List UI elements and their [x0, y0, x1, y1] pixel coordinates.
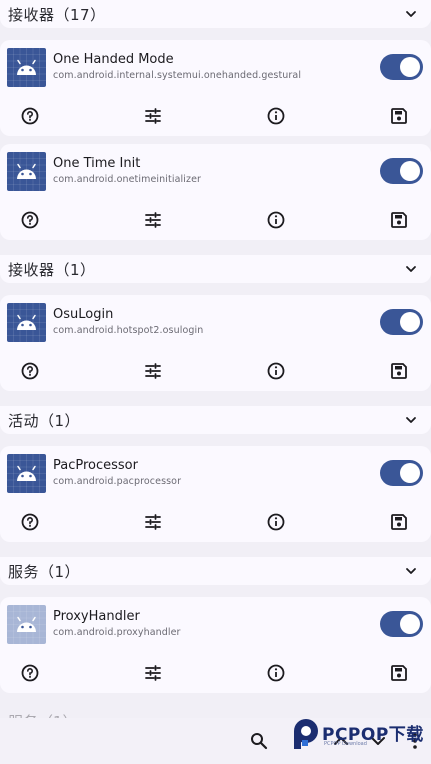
save-icon[interactable] — [389, 512, 409, 532]
pcpop-watermark: PCPOP下载 PCPOP Download — [292, 716, 424, 754]
app-card: OsuLogin com.android.hotspot2.osulogin — [0, 295, 431, 391]
app-package: com.android.pacprocessor — [53, 476, 182, 487]
app-name: One Handed Mode — [53, 52, 174, 67]
chevron-down-icon[interactable] — [403, 6, 419, 22]
help-icon[interactable] — [20, 512, 40, 532]
save-icon[interactable] — [389, 663, 409, 683]
tune-icon[interactable] — [143, 512, 163, 532]
tune-icon[interactable] — [143, 106, 163, 126]
help-icon[interactable] — [20, 663, 40, 683]
card-actions — [0, 210, 431, 234]
app-name: One Time Init — [53, 156, 141, 171]
info-icon[interactable] — [266, 210, 286, 230]
app-card: One Handed Mode com.android.internal.sys… — [0, 40, 431, 136]
section-title: 活动（1） — [8, 411, 81, 430]
android-app-icon — [7, 454, 46, 493]
chevron-down-icon[interactable] — [403, 261, 419, 277]
help-icon[interactable] — [20, 106, 40, 126]
section-title: 接收器（1） — [8, 260, 96, 279]
info-icon[interactable] — [266, 512, 286, 532]
android-app-icon — [7, 152, 46, 191]
chevron-down-icon[interactable] — [403, 412, 419, 428]
enable-toggle[interactable] — [380, 611, 423, 637]
toggle-knob — [400, 463, 420, 483]
tune-icon[interactable] — [143, 361, 163, 381]
app-package: com.android.hotspot2.osulogin — [53, 325, 204, 336]
save-icon[interactable] — [389, 210, 409, 230]
section-header-services[interactable]: 服务（1） — [0, 557, 431, 585]
toggle-knob — [400, 614, 420, 634]
info-icon[interactable] — [266, 361, 286, 381]
android-app-icon — [7, 303, 46, 342]
info-icon[interactable] — [266, 663, 286, 683]
card-actions — [0, 663, 431, 687]
enable-toggle[interactable] — [380, 54, 423, 80]
toggle-knob — [400, 161, 420, 181]
enable-toggle[interactable] — [380, 158, 423, 184]
app-package: com.android.internal.systemui.onehanded.… — [53, 70, 302, 81]
app-card: PacProcessor com.android.pacprocessor — [0, 446, 431, 542]
enable-toggle[interactable] — [380, 460, 423, 486]
chevron-down-icon[interactable] — [403, 563, 419, 579]
app-name: OsuLogin — [53, 307, 114, 322]
card-actions — [0, 512, 431, 536]
tune-icon[interactable] — [143, 210, 163, 230]
app-card: One Time Init com.android.onetimeinitial… — [0, 144, 431, 240]
enable-toggle[interactable] — [380, 309, 423, 335]
app-package: com.android.onetimeinitializer — [53, 174, 202, 185]
app-name: ProxyHandler — [53, 609, 140, 624]
info-icon[interactable] — [266, 106, 286, 126]
card-actions — [0, 361, 431, 385]
section-title: 服务（1） — [8, 562, 81, 581]
toggle-knob — [400, 312, 420, 332]
help-icon[interactable] — [20, 361, 40, 381]
toggle-knob — [400, 57, 420, 77]
section-title: 接收器（17） — [8, 5, 106, 24]
pcpop-logo-icon — [294, 719, 318, 749]
android-app-icon — [7, 605, 46, 644]
tune-icon[interactable] — [143, 663, 163, 683]
app-card: ProxyHandler com.android.proxyhandler — [0, 597, 431, 693]
save-icon[interactable] — [389, 361, 409, 381]
app-name: PacProcessor — [53, 458, 138, 473]
help-icon[interactable] — [20, 210, 40, 230]
save-icon[interactable] — [389, 106, 409, 126]
section-header-receivers[interactable]: 接收器（17） — [0, 0, 431, 28]
search-icon[interactable] — [249, 731, 269, 751]
app-package: com.android.proxyhandler — [53, 627, 181, 638]
android-app-icon — [7, 48, 46, 87]
watermark-subtext: PCPOP Download — [324, 741, 367, 747]
section-header-receivers[interactable]: 接收器（1） — [0, 255, 431, 283]
card-actions — [0, 106, 431, 130]
section-header-activities[interactable]: 活动（1） — [0, 406, 431, 434]
